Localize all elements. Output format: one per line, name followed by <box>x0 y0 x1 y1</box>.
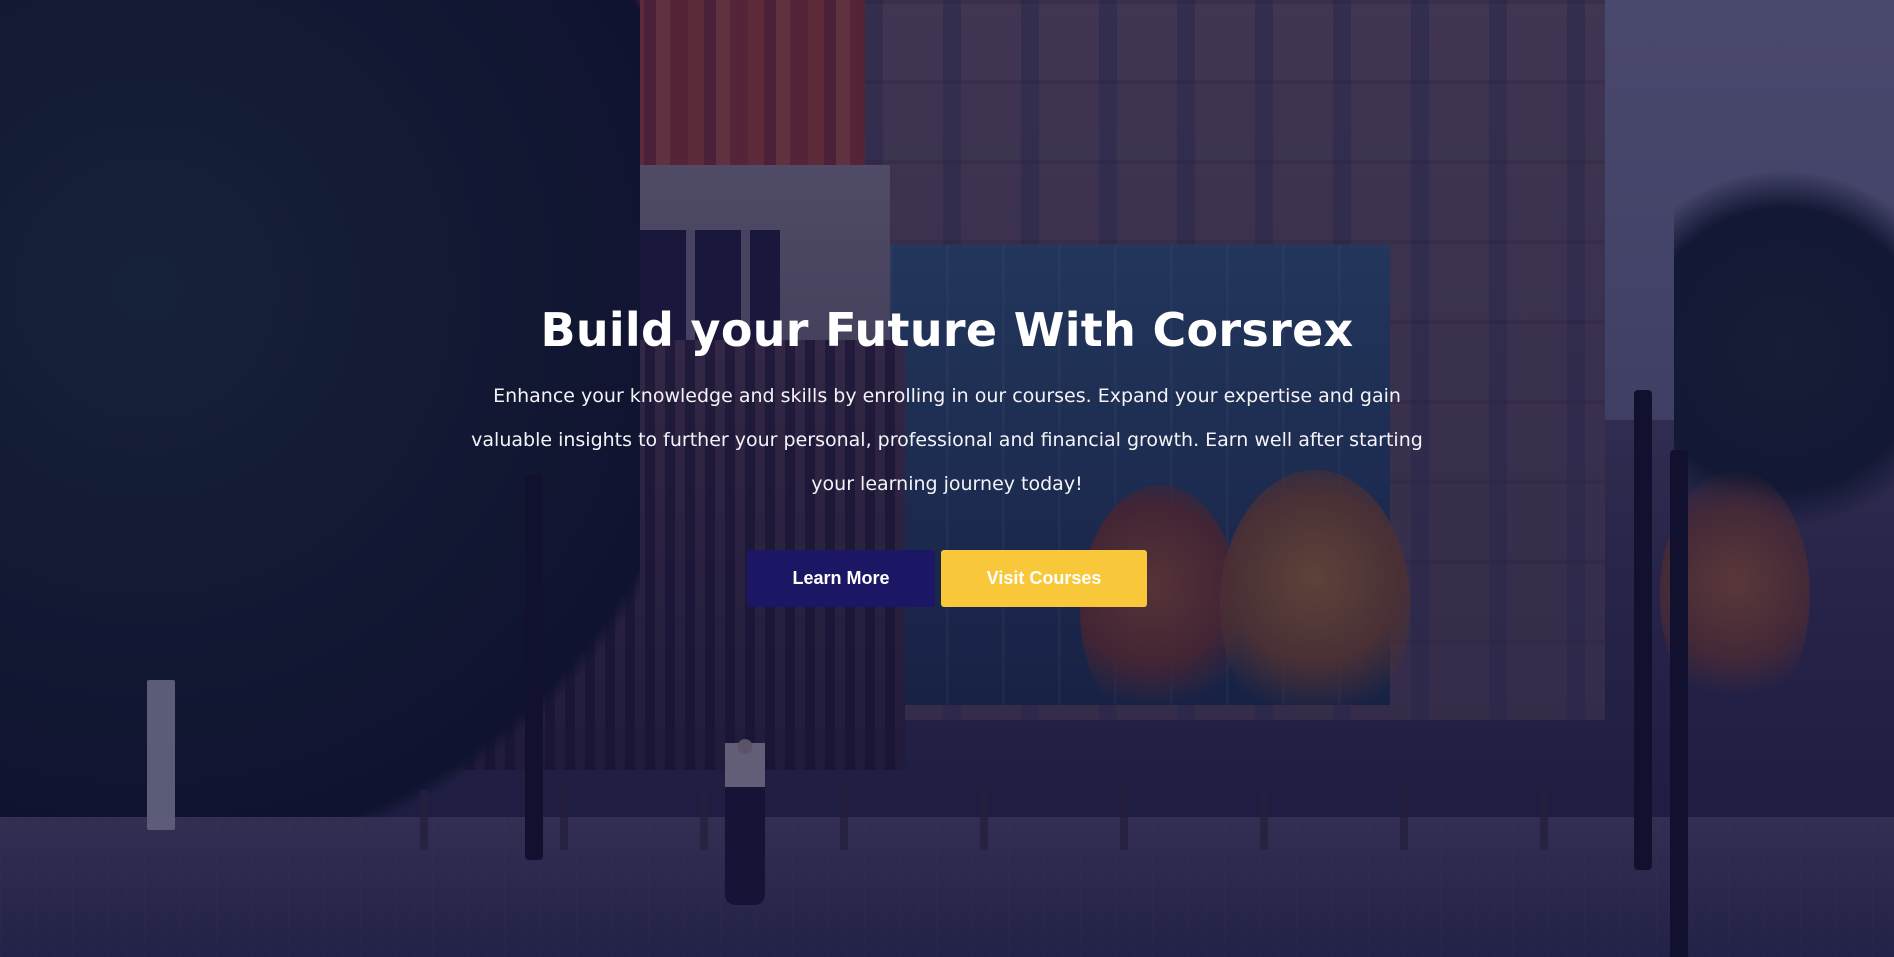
hero-description: Enhance your knowledge and skills by enr… <box>471 385 1423 495</box>
hero-title: Build your Future With Corsrex <box>540 303 1354 357</box>
learn-more-button[interactable]: Learn More <box>747 550 935 607</box>
hero-content: Build your Future With Corsrex Enhance y… <box>0 296 1894 607</box>
hero-section: Build your Future With Corsrex Enhance y… <box>0 0 1894 957</box>
visit-courses-button[interactable]: Visit Courses <box>941 550 1147 607</box>
hero-actions: Learn More Visit Courses <box>0 550 1894 607</box>
